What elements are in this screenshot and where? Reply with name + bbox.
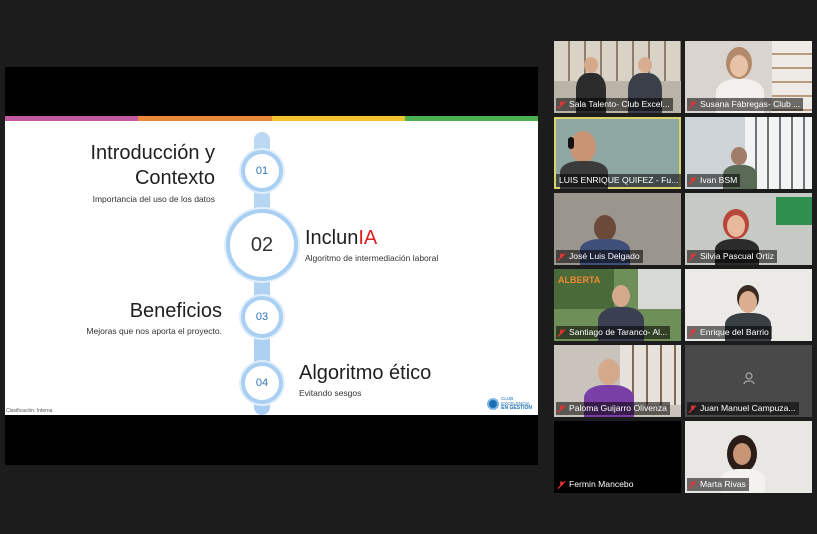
step-03-circle: 03 bbox=[241, 296, 283, 338]
participant-tile[interactable]: Marta Rivas bbox=[685, 421, 812, 493]
mic-muted-icon bbox=[557, 100, 566, 109]
participant-name: Susana Fábregas- Club ... bbox=[687, 98, 804, 111]
item-01-subtitle: Importancia del uso de los datos bbox=[92, 194, 215, 204]
item-02-title: InclunIA bbox=[305, 227, 378, 249]
club-excelencia-logo: CLUB EXCELENCIA EN GESTIÓN bbox=[487, 396, 532, 411]
participant-name: Silvia Pascual Ortiz bbox=[687, 250, 778, 263]
participant-name: Fermin Mancebo bbox=[556, 478, 637, 491]
participant-tile[interactable]: Susana Fábregas- Club ... bbox=[685, 41, 812, 113]
item-02-subtitle: Algoritmo de intermediación laboral bbox=[305, 253, 439, 263]
slide-color-bar bbox=[5, 116, 538, 121]
mic-muted-icon bbox=[688, 176, 697, 185]
step-01-circle: 01 bbox=[241, 150, 283, 192]
participant-tile-no-video[interactable]: Juan Manuel Campuza... bbox=[685, 345, 812, 417]
mic-muted-icon bbox=[688, 404, 697, 413]
presentation-slide: 01 02 03 04 Introducción y Contexto Impo… bbox=[5, 116, 538, 415]
participant-tile[interactable]: Sala Talento- Club Excel... bbox=[554, 41, 681, 113]
participant-name: Sala Talento- Club Excel... bbox=[556, 98, 673, 111]
mic-muted-icon bbox=[557, 328, 566, 337]
mic-muted-icon bbox=[688, 328, 697, 337]
user-placeholder-icon bbox=[743, 372, 755, 385]
participant-tile[interactable]: Enrique del Barrio bbox=[685, 269, 812, 341]
item-04-title: Algoritmo ético bbox=[299, 362, 432, 384]
participant-tile[interactable]: José Luis Delgado bbox=[554, 193, 681, 265]
classification-label: Clasificación: Interna bbox=[6, 408, 53, 414]
participant-name: Ivan BSM bbox=[687, 174, 741, 187]
mic-muted-icon bbox=[688, 480, 697, 489]
mic-muted-icon bbox=[557, 404, 566, 413]
participant-name: Juan Manuel Campuza... bbox=[687, 402, 799, 415]
mic-muted-icon bbox=[557, 252, 566, 261]
mic-muted-icon bbox=[557, 480, 566, 489]
participant-name: Marta Rivas bbox=[687, 478, 749, 491]
participant-name: Paloma Guijarro Olivenza bbox=[556, 402, 670, 415]
mic-muted-icon bbox=[688, 100, 697, 109]
participant-tile[interactable]: Paloma Guijarro Olivenza bbox=[554, 345, 681, 417]
background-sign: ALBERTA bbox=[558, 275, 601, 285]
item-01-title: Introducción y Contexto bbox=[90, 142, 215, 189]
item-03-title: Beneficios bbox=[129, 300, 222, 322]
participant-tile-no-video[interactable]: Fermin Mancebo bbox=[554, 421, 681, 493]
item-03-subtitle: Mejoras que nos aporta el proyecto. bbox=[86, 326, 222, 336]
participant-name: Enrique del Barrio bbox=[687, 326, 772, 339]
mic-muted-icon bbox=[688, 252, 697, 261]
item-04-subtitle: Evitando sesgos bbox=[299, 388, 362, 398]
participant-name: Santiago de Taranco- Al... bbox=[556, 326, 671, 339]
step-04-circle: 04 bbox=[241, 362, 283, 404]
logo-mark-icon bbox=[487, 397, 500, 410]
step-02-circle: 02 bbox=[226, 209, 298, 281]
participant-tile-active-speaker[interactable]: LUIS ENRIQUE QUIFEZ - Fu... bbox=[554, 117, 681, 189]
participant-name: LUIS ENRIQUE QUIFEZ - Fu... bbox=[556, 174, 681, 187]
participant-tile[interactable]: Silvia Pascual Ortiz bbox=[685, 193, 812, 265]
participant-tile[interactable]: Ivan BSM bbox=[685, 117, 812, 189]
participant-tile[interactable]: ALBERTA Santiago de Taranco- Al... bbox=[554, 269, 681, 341]
participant-name: José Luis Delgado bbox=[556, 250, 643, 263]
